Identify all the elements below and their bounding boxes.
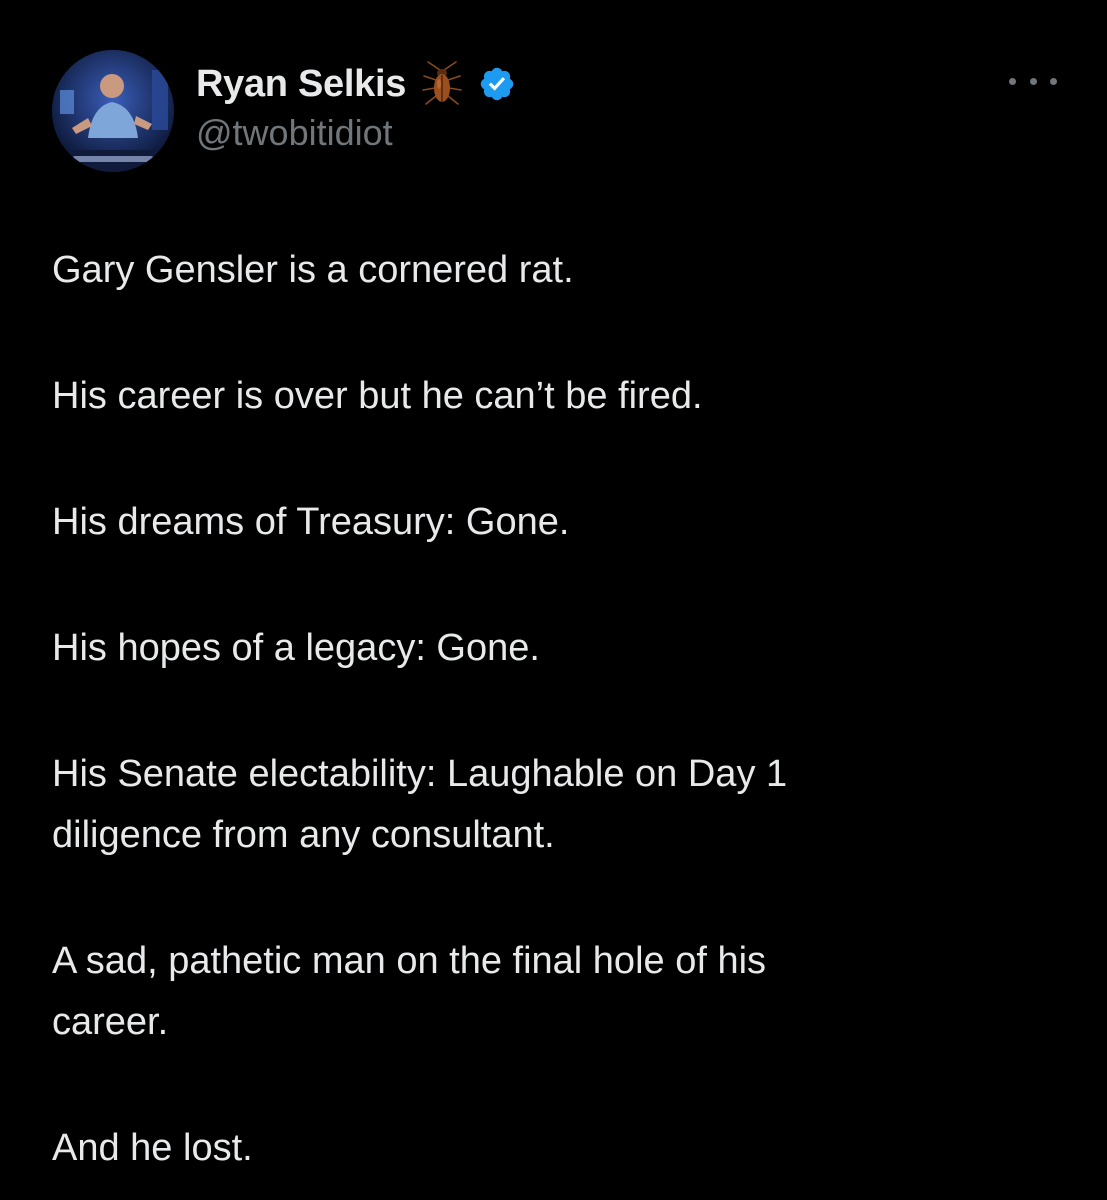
more-horizontal-icon-dot: [1029, 77, 1037, 85]
more-horizontal-icon-dot: [1050, 77, 1057, 85]
avatar[interactable]: [52, 50, 174, 172]
tweet: Ryan Selkis @twobitidiot Gary Gensler is…: [0, 0, 1107, 1200]
author-name-row: Ryan Selkis: [196, 60, 516, 108]
more-horizontal-icon: [1009, 77, 1016, 85]
tweet-paragraph: And he lost.: [52, 1127, 253, 1169]
more-options-button[interactable]: [1009, 66, 1057, 96]
tweet-paragraph: His hopes of a legacy: Gone.: [52, 627, 540, 669]
author-handle[interactable]: @twobitidiot: [196, 112, 393, 154]
tweet-paragraph: A sad, pathetic man on the final hole of…: [52, 940, 767, 1043]
tweet-paragraph: Gary Gensler is a cornered rat.: [52, 249, 574, 291]
author-display-name[interactable]: Ryan Selkis: [196, 63, 406, 106]
tweet-paragraph: His career is over but he can’t be fired…: [52, 375, 703, 417]
verified-badge-icon: [478, 65, 516, 103]
cockroach-icon: [418, 60, 466, 108]
avatar-image: [52, 50, 174, 172]
tweet-text: Gary Gensler is a cornered rat. His care…: [52, 240, 1052, 1179]
tweet-paragraph: His Senate electability: Laughable on Da…: [52, 753, 788, 856]
tweet-paragraph: His dreams of Treasury: Gone.: [52, 501, 570, 543]
